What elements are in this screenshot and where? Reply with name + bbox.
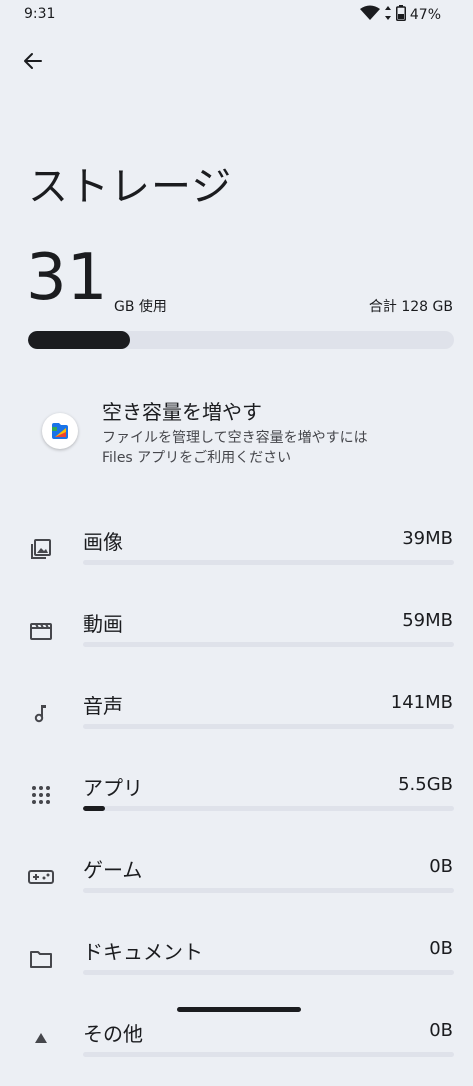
category-label: 音声: [83, 694, 123, 718]
category-other[interactable]: その他 0B: [0, 1004, 473, 1086]
image-icon: [28, 536, 54, 562]
wifi-icon: [359, 5, 380, 25]
category-audio[interactable]: 音声 141MB: [0, 676, 473, 758]
storage-usage-fill: [28, 331, 131, 349]
folder-icon: [28, 946, 54, 972]
category-games[interactable]: ゲーム 0B: [0, 840, 473, 922]
category-usage-bar: [83, 970, 454, 975]
promo-description: ファイルを管理して空き容量を増やすには Files アプリをご利用ください: [102, 430, 368, 466]
category-size: 0B: [429, 938, 453, 959]
total-storage-label: 合計 128 GB: [368, 299, 453, 315]
category-size: 39MB: [402, 528, 453, 549]
category-size: 141MB: [390, 692, 453, 713]
other-icon: [28, 1028, 54, 1054]
status-time: 9:31: [24, 6, 56, 22]
category-apps[interactable]: アプリ 5.5GB: [0, 758, 473, 840]
category-usage-bar: [83, 724, 454, 729]
category-label: その他: [83, 1022, 143, 1046]
apps-icon: [28, 782, 54, 808]
files-app-icon: [42, 413, 78, 449]
category-size: 59MB: [402, 610, 453, 631]
data-arrows-icon: [384, 5, 392, 25]
category-usage-bar: [83, 1052, 454, 1057]
gamepad-icon: [28, 864, 54, 890]
status-icons: 47%: [359, 5, 441, 25]
category-usage-fill: [83, 806, 106, 811]
used-storage-value: 31: [26, 241, 108, 315]
navigation-handle[interactable]: [177, 1007, 301, 1012]
storage-usage-bar: [28, 331, 454, 349]
status-bar: 9:31 47%: [0, 0, 473, 28]
battery-icon: [395, 5, 406, 25]
category-usage-bar: [83, 888, 454, 893]
category-size: 0B: [429, 1020, 453, 1041]
page-title: ストレージ: [28, 164, 233, 210]
category-label: ゲーム: [83, 858, 143, 882]
category-videos[interactable]: 動画 59MB: [0, 594, 473, 676]
promo-title: 空き容量を増やす: [102, 400, 262, 424]
back-button[interactable]: [16, 44, 50, 78]
category-size: 5.5GB: [398, 774, 453, 795]
category-label: ドキュメント: [83, 940, 203, 964]
arrow-back-icon: [24, 53, 42, 69]
category-label: 動画: [83, 612, 123, 636]
category-size: 0B: [429, 856, 453, 877]
category-label: 画像: [83, 530, 123, 554]
free-up-space-card[interactable]: 空き容量を増やす ファイルを管理して空き容量を増やすには Files アプリをご…: [0, 390, 473, 470]
video-icon: [28, 618, 54, 644]
category-usage-bar: [83, 560, 454, 565]
category-images[interactable]: 画像 39MB: [0, 512, 473, 594]
category-documents[interactable]: ドキュメント 0B: [0, 922, 473, 1004]
category-usage-bar: [83, 806, 454, 811]
music-note-icon: [28, 700, 54, 726]
category-usage-bar: [83, 642, 454, 647]
used-storage-unit: GB 使用: [114, 299, 167, 315]
category-label: アプリ: [83, 776, 143, 800]
battery-percentage: 47%: [409, 7, 441, 23]
